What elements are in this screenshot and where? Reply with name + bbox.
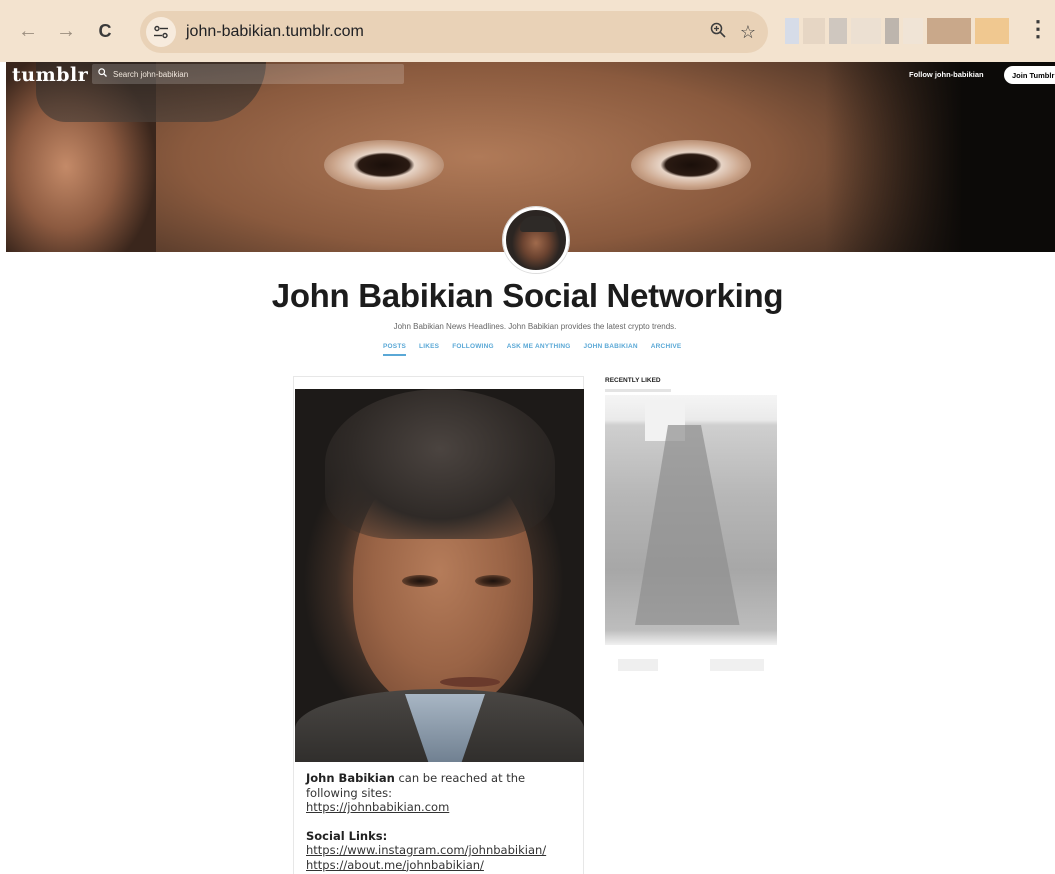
- back-arrow-icon: ←: [18, 19, 38, 42]
- join-tumblr-button[interactable]: Join Tumblr: [1004, 66, 1055, 84]
- website-link[interactable]: https://johnbabikian.com: [306, 800, 449, 814]
- about-me-link[interactable]: https://about.me/johnbabikian/: [306, 858, 484, 872]
- header-right-eye: [631, 140, 751, 190]
- extension-icon[interactable]: [851, 18, 881, 44]
- blog-description: John Babikian News Headlines. John Babik…: [393, 322, 677, 331]
- post-photo[interactable]: [295, 389, 584, 762]
- photo-left-eye: [402, 575, 438, 587]
- nav-following[interactable]: FOLLOWING: [452, 343, 494, 356]
- tumblr-logo[interactable]: tumblr: [12, 64, 88, 86]
- heading-underline: [605, 389, 671, 392]
- zoom-icon[interactable]: [710, 22, 726, 43]
- nav-likes[interactable]: LIKES: [419, 343, 439, 356]
- post-intro: John Babikian can be reached at the foll…: [306, 771, 571, 800]
- search-placeholder: Search john-babikian: [113, 69, 189, 79]
- extension-icon[interactable]: [785, 18, 799, 44]
- photo-right-eye: [475, 575, 511, 587]
- header-shadow: [825, 62, 1055, 252]
- reload-icon: C: [98, 20, 112, 41]
- header-left-eye: [324, 140, 444, 190]
- address-bar[interactable]: john-babikian.tumblr.com ☆: [140, 11, 768, 53]
- blog-navigation: POSTS LIKES FOLLOWING ASK ME ANYTHING JO…: [383, 343, 681, 356]
- post-author-name: John Babikian: [306, 771, 395, 785]
- liked-meta-placeholder: [710, 659, 764, 671]
- thumb-dark-patch: [635, 425, 740, 625]
- nav-john-babikian[interactable]: JOHN BABIKIAN: [584, 343, 638, 356]
- blog-avatar[interactable]: [503, 207, 569, 273]
- forward-button[interactable]: →: [52, 17, 80, 45]
- blog-post: John Babikian can be reached at the foll…: [293, 376, 584, 874]
- back-button[interactable]: ←: [14, 17, 42, 45]
- extension-icon[interactable]: [885, 18, 899, 44]
- liked-meta-placeholder: [618, 659, 658, 671]
- forward-arrow-icon: →: [56, 19, 76, 42]
- photo-mouth: [440, 677, 500, 687]
- social-links-heading: Social Links:: [306, 828, 388, 843]
- url-text[interactable]: john-babikian.tumblr.com: [186, 23, 364, 41]
- instagram-link[interactable]: https://www.instagram.com/johnbabikian/: [306, 843, 546, 857]
- blog-search-input[interactable]: Search john-babikian: [92, 64, 404, 84]
- blog-title: John Babikian Social Networking: [271, 277, 784, 314]
- avatar-hair-shape: [520, 216, 556, 232]
- bookmark-star-icon[interactable]: ☆: [740, 22, 756, 43]
- nav-posts[interactable]: POSTS: [383, 343, 407, 356]
- browser-toolbar: ← → C john-babikian.tumblr.com ☆ ⋮: [0, 0, 1055, 62]
- extensions-area[interactable]: [785, 8, 1035, 54]
- post-text: John Babikian can be reached at the foll…: [306, 771, 571, 872]
- site-settings-icon[interactable]: [146, 17, 176, 47]
- profile-avatar[interactable]: [927, 18, 971, 44]
- extension-icon[interactable]: [803, 18, 825, 44]
- extension-icon[interactable]: [829, 18, 847, 44]
- nav-archive[interactable]: ARCHIVE: [651, 343, 682, 356]
- recently-liked-heading: RECENTLY LIKED: [605, 377, 661, 384]
- extension-icon[interactable]: [975, 18, 1009, 44]
- search-icon: [98, 68, 107, 80]
- extension-icon[interactable]: [903, 18, 923, 44]
- browser-menu-icon[interactable]: ⋮: [1027, 18, 1049, 40]
- recently-liked-thumbnail[interactable]: [605, 395, 777, 645]
- photo-hair-shape: [325, 389, 555, 539]
- nav-ask-me-anything[interactable]: ASK ME ANYTHING: [507, 343, 571, 356]
- reload-button[interactable]: C: [91, 17, 119, 45]
- follow-blog-link[interactable]: Follow john-babikian: [909, 70, 984, 79]
